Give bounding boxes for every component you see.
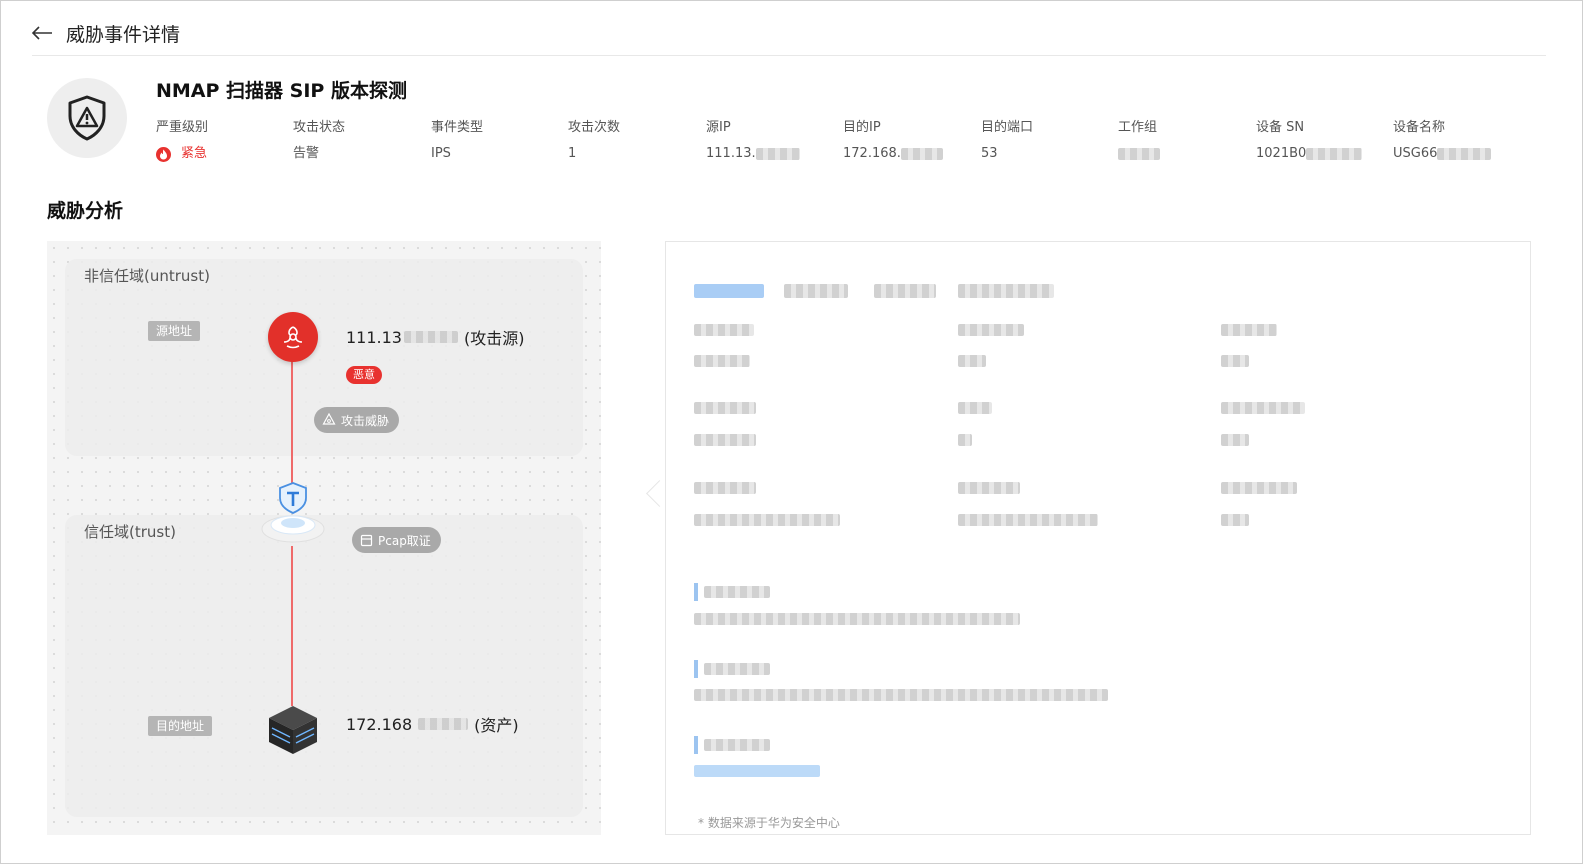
threat-graph[interactable]: 非信任域(untrust) 信任域(trust) 源地址 目的地址 111.13… [47, 241, 601, 835]
biohazard-icon [283, 326, 303, 349]
detail-section-title [704, 663, 770, 675]
field-severity: 严重级别 紧急 [156, 118, 286, 164]
detail-section-marker [694, 660, 698, 678]
event-title: NMAP 扫描器 SIP 版本探测 [156, 80, 407, 102]
field-workgroup: 工作组 [1118, 118, 1248, 164]
event-info-grid: 严重级别 紧急 攻击状态 告警 事件类型 IPS 攻击次数 1 源IP 111.… [156, 118, 1536, 168]
firewall-node-icon[interactable] [260, 479, 326, 551]
detail-field-value [958, 434, 972, 446]
detail-field-label [958, 482, 1020, 494]
header-divider [32, 55, 1546, 56]
field-dest-port: 目的端口 53 [981, 120, 1034, 161]
field-device-sn: 设备 SN 1021B0 [1256, 118, 1386, 164]
field-value: 111.13. [706, 146, 756, 161]
node-detail-panel: * 数据来源于华为安全中心 [665, 241, 1531, 835]
field-attack-count: 攻击次数 1 [568, 120, 621, 161]
detail-field-value [1221, 514, 1249, 526]
document-icon [360, 534, 373, 546]
field-label: 严重级别 [156, 120, 209, 135]
field-value: USG66 [1393, 146, 1438, 161]
detail-section-text [694, 613, 1020, 625]
source-address-tag: 源地址 [148, 321, 201, 341]
malicious-badge: 恶意 [346, 366, 382, 384]
dest-address-tag: 目的地址 [148, 716, 213, 736]
field-source-ip: 源IP 111.13. [706, 118, 836, 164]
field-device-name: 设备名称 USG66 [1393, 118, 1523, 164]
detail-section-text [694, 689, 1108, 701]
attacker-node[interactable] [268, 312, 318, 362]
detail-field-label [958, 324, 1024, 336]
shield-warning-icon [68, 95, 106, 141]
redacted-text [418, 718, 469, 730]
redacted-text [1118, 148, 1160, 160]
redacted-text [1306, 148, 1363, 160]
data-source-footnote: * 数据来源于华为安全中心 [698, 816, 840, 830]
detail-field-value [958, 514, 1098, 526]
detail-field-label [694, 402, 756, 414]
detail-section-marker [694, 583, 698, 601]
event-avatar [47, 78, 127, 158]
field-attack-status: 攻击状态 告警 [293, 120, 346, 161]
zone-label: 非信任域(untrust) [84, 267, 210, 285]
pcap-evidence-pill[interactable]: Pcap取证 [352, 527, 441, 553]
detail-field-value [694, 434, 756, 446]
field-event-type: 事件类型 IPS [431, 120, 484, 161]
page-title: 威胁事件详情 [66, 23, 181, 46]
back-button[interactable] [30, 21, 54, 45]
page-header: 威胁事件详情 [30, 18, 180, 48]
detail-field-label [1221, 324, 1277, 336]
server-asset-icon[interactable] [266, 704, 320, 756]
section-title-threat-analysis: 威胁分析 [47, 200, 124, 222]
detail-section-link[interactable] [694, 765, 820, 777]
detail-field-label [694, 324, 754, 336]
biohazard-outline-icon [322, 413, 336, 425]
detail-field-label [694, 482, 756, 494]
detail-tab-1[interactable] [694, 284, 764, 298]
field-dest-ip: 目的IP 172.168. [843, 118, 973, 164]
detail-field-label [1221, 402, 1305, 414]
redacted-text [755, 148, 800, 160]
arrow-left-icon [31, 26, 52, 40]
detail-field-label [958, 402, 992, 414]
zone-label: 信任域(trust) [84, 523, 176, 541]
attack-edge-lower [291, 546, 293, 706]
detail-section-marker [694, 736, 698, 754]
detail-tab-3[interactable] [874, 284, 936, 298]
detail-section-title [704, 586, 770, 598]
detail-field-value [1221, 434, 1249, 446]
field-value: 紧急 [181, 146, 208, 161]
attack-edge-upper [291, 361, 293, 483]
redacted-text [900, 148, 943, 160]
detail-field-value [694, 355, 750, 367]
trust-zone: 信任域(trust) [65, 515, 583, 817]
redacted-text [1437, 148, 1492, 160]
detail-field-value [958, 355, 986, 367]
asset-label[interactable]: 172.168 (资产) [346, 712, 519, 736]
attack-threat-pill[interactable]: 攻击威胁 [314, 407, 400, 433]
detail-field-value [694, 514, 840, 526]
redacted-text [403, 331, 458, 343]
detail-field-label [1221, 482, 1297, 494]
detail-tab-2[interactable] [784, 284, 848, 298]
detail-field-value [1221, 355, 1249, 367]
flame-icon [156, 146, 171, 162]
detail-section-title [704, 739, 770, 751]
field-value: 172.168. [843, 146, 901, 161]
detail-tab-4[interactable] [958, 284, 1054, 298]
field-value: 1021B0 [1256, 146, 1307, 161]
attacker-label[interactable]: 111.13 (攻击源) [346, 325, 524, 349]
